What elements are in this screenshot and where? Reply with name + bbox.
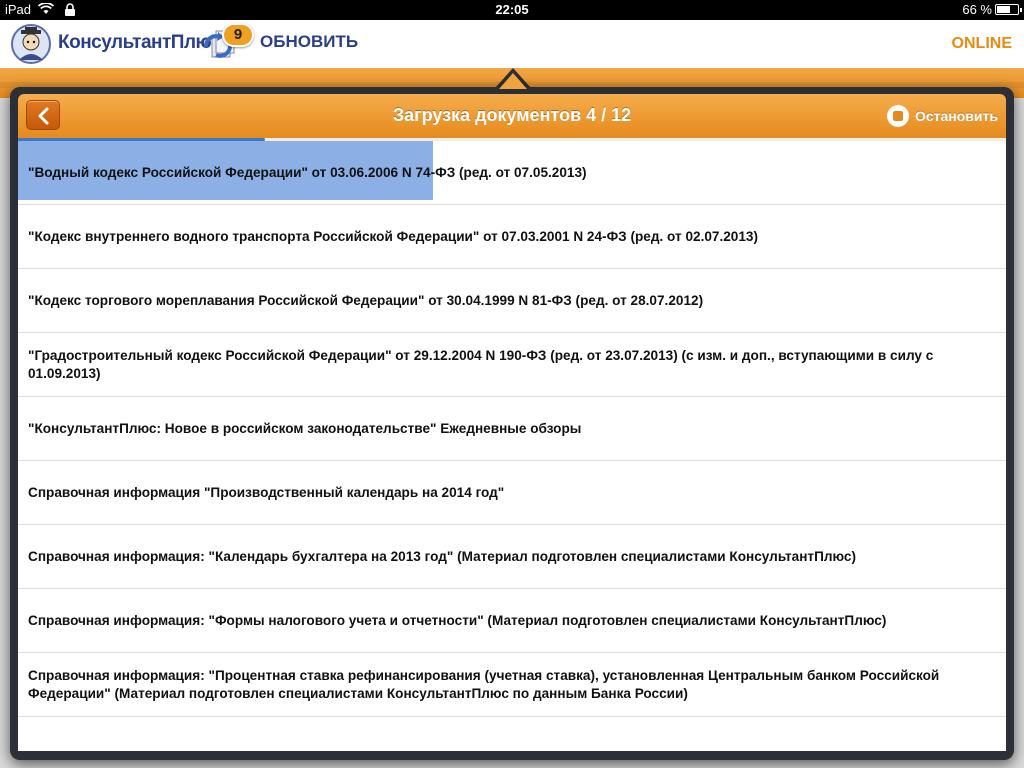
document-title: "Кодекс торгового мореплавания Российско… (28, 292, 704, 308)
stop-label: Остановить (914, 108, 998, 124)
update-button[interactable]: ОБНОВИТЬ (260, 32, 358, 52)
document-list-item[interactable]: Справочная информация: "Формы налогового… (18, 589, 1006, 653)
document-title: "Кодекс внутреннего водного транспорта Р… (28, 228, 759, 244)
battery-icon (995, 4, 1022, 15)
stop-icon (886, 105, 909, 127)
document-title: Справочная информация: "Формы налогового… (28, 612, 887, 628)
document-list-item[interactable]: "Водный кодекс Российской Федерации" от … (18, 141, 1006, 205)
document-list-item[interactable]: "Градостроительный кодекс Российской Фед… (18, 333, 1006, 397)
document-title: Справочная информация "Производственный … (28, 484, 505, 500)
clock: 22:05 (495, 2, 529, 17)
document-title: "КонсультантПлюс: Новое в российском зак… (28, 420, 582, 436)
battery-percent: 66 % (962, 2, 992, 17)
document-title: "Градостроительный кодекс Российской Фед… (28, 347, 934, 381)
popover-title: Загрузка документов 4 / 12 (392, 105, 632, 125)
document-list[interactable]: "Водный кодекс Российской Федерации" от … (18, 141, 1006, 751)
app-header: КонсультантПлюс 9 ОБНОВИТЬ ONLINE (0, 20, 1024, 68)
stop-button[interactable]: Остановить (886, 104, 998, 128)
popover-title-bar: Загрузка документов 4 / 12 Остановить (18, 94, 1006, 138)
document-list-item[interactable]: "Кодекс торгового мореплавания Российско… (18, 269, 1006, 333)
document-list-item[interactable]: Справочная информация: "Процентная ставк… (18, 653, 1006, 717)
document-list-item[interactable]: Справочная информация "Производственный … (18, 461, 1006, 525)
popover-arrow-inner (499, 73, 527, 89)
download-popover: Загрузка документов 4 / 12 Остановить "В… (10, 87, 1014, 760)
battery-level (997, 6, 1011, 13)
consultant-logo-icon (11, 24, 51, 64)
document-title: Справочная информация: "Календарь бухгал… (28, 548, 856, 564)
logo-text: КонсультантПлюс (58, 32, 222, 53)
document-list-item[interactable]: "КонсультантПлюс: Новое в российском зак… (18, 397, 1006, 461)
status-bar: iPad 22:05 66 % (0, 0, 1024, 20)
document-list-item[interactable]: "Кодекс внутреннего водного транспорта Р… (18, 205, 1006, 269)
document-title: Справочная информация: "Процентная ставк… (28, 667, 940, 701)
document-list-item[interactable]: Справочная информация: "Календарь бухгал… (18, 525, 1006, 589)
online-mode-button[interactable]: ONLINE (952, 35, 1012, 53)
update-count-badge[interactable]: 9 (222, 23, 254, 47)
document-title: "Водный кодекс Российской Федерации" от … (28, 164, 587, 180)
